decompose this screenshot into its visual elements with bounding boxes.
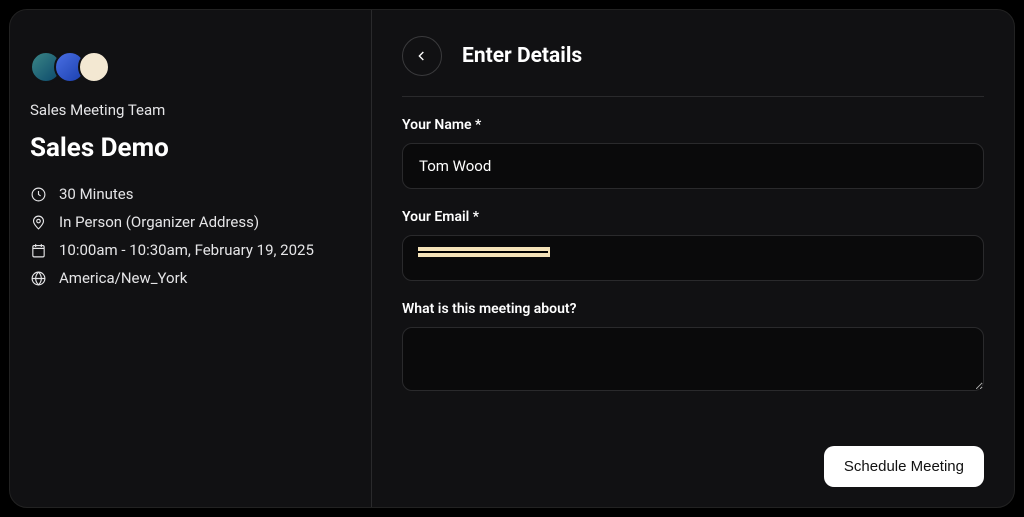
team-name: Sales Meeting Team	[30, 101, 351, 119]
location-pin-icon	[30, 214, 47, 231]
email-field: Your Email *	[402, 209, 984, 281]
about-label: What is this meeting about?	[402, 301, 984, 317]
about-textarea[interactable]	[402, 327, 984, 391]
team-avatars	[30, 51, 351, 83]
globe-icon	[30, 270, 47, 287]
name-field: Your Name *	[402, 117, 984, 189]
calendar-icon	[30, 242, 47, 259]
booking-card: Sales Meeting Team Sales Demo 30 Minutes…	[9, 9, 1015, 508]
time-row: 10:00am - 10:30am, February 19, 2025	[30, 241, 351, 259]
arrow-left-icon	[414, 48, 430, 64]
about-field: What is this meeting about?	[402, 301, 984, 395]
booking-form: Your Name * Your Email * What is this me…	[402, 97, 984, 415]
form-footer: Schedule Meeting	[402, 446, 984, 487]
form-title: Enter Details	[462, 44, 582, 68]
location-text: In Person (Organizer Address)	[59, 213, 259, 231]
email-label: Your Email *	[402, 209, 984, 225]
form-header: Enter Details	[402, 36, 984, 97]
avatar	[78, 51, 110, 83]
location-row: In Person (Organizer Address)	[30, 213, 351, 231]
event-info-panel: Sales Meeting Team Sales Demo 30 Minutes…	[10, 10, 372, 507]
timezone-text: America/New_York	[59, 269, 187, 287]
duration-row: 30 Minutes	[30, 185, 351, 203]
email-input[interactable]	[402, 235, 984, 281]
timezone-row: America/New_York	[30, 269, 351, 287]
event-title: Sales Demo	[30, 133, 351, 163]
back-button[interactable]	[402, 36, 442, 76]
time-text: 10:00am - 10:30am, February 19, 2025	[59, 241, 314, 259]
schedule-meeting-button[interactable]: Schedule Meeting	[824, 446, 984, 487]
name-label: Your Name *	[402, 117, 984, 133]
details-form-panel: Enter Details Your Name * Your Email * W…	[372, 10, 1014, 507]
name-input[interactable]	[402, 143, 984, 189]
duration-text: 30 Minutes	[59, 185, 133, 203]
clock-icon	[30, 186, 47, 203]
